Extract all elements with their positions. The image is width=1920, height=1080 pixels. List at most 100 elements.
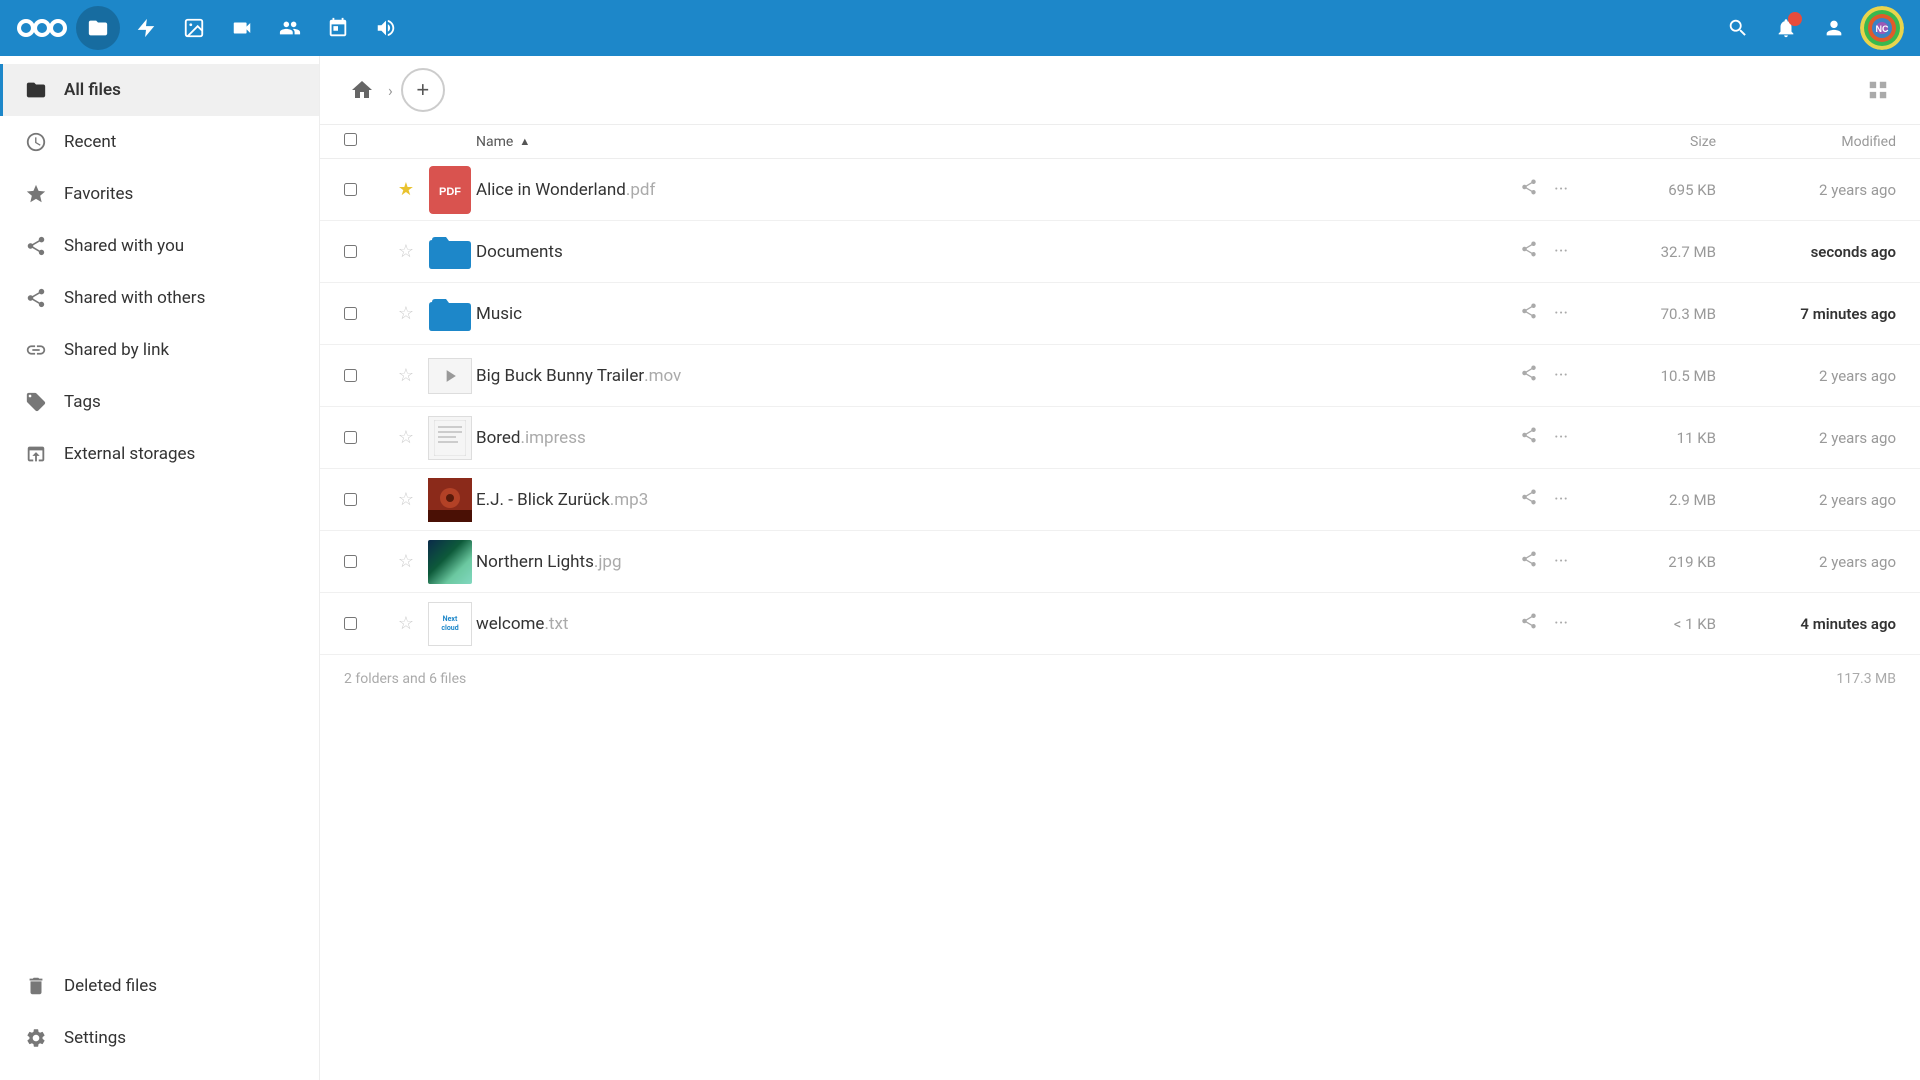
file-name-6: E.J. - Blick Zurück.mp3 bbox=[476, 490, 1516, 510]
sidebar-item-favorites[interactable]: Favorites bbox=[0, 168, 319, 220]
table-row[interactable]: ☆ Northern Lights.jpg ··· 219 KB 2 years… bbox=[320, 531, 1920, 593]
svg-text:PDF: PDF bbox=[439, 186, 461, 198]
northern-lights-thumb bbox=[428, 540, 472, 584]
star-8[interactable]: ☆ bbox=[388, 613, 424, 634]
row-checkbox-6[interactable] bbox=[344, 493, 388, 506]
share-action-1[interactable] bbox=[1516, 174, 1542, 205]
more-action-3[interactable]: ··· bbox=[1550, 299, 1572, 328]
sidebar-item-all-files[interactable]: All files bbox=[0, 64, 319, 116]
header-checkbox[interactable] bbox=[344, 133, 388, 150]
impress-file-icon bbox=[428, 416, 472, 460]
row-checkbox-3[interactable] bbox=[344, 307, 388, 320]
row-checkbox-2[interactable] bbox=[344, 245, 388, 258]
table-row[interactable]: ☆ Big Buck Bunny Trailer.mov ··· 10.5 MB bbox=[320, 345, 1920, 407]
sidebar: All files Recent Favorites Shared with y… bbox=[0, 56, 320, 1080]
file-name-2: Documents bbox=[476, 242, 1516, 262]
name-header-label: Name bbox=[476, 134, 513, 150]
add-new-button[interactable]: + bbox=[401, 68, 445, 112]
sidebar-item-settings[interactable]: Settings bbox=[0, 1012, 319, 1064]
row-checkbox-8[interactable] bbox=[344, 617, 388, 630]
header-modified[interactable]: Modified bbox=[1716, 134, 1896, 150]
star-7[interactable]: ☆ bbox=[388, 551, 424, 572]
more-action-2[interactable]: ··· bbox=[1550, 237, 1572, 266]
share-action-3[interactable] bbox=[1516, 298, 1542, 329]
table-footer: 2 folders and 6 files 117.3 MB bbox=[320, 655, 1920, 703]
share-action-7[interactable] bbox=[1516, 546, 1542, 577]
sidebar-label-all-files: All files bbox=[64, 80, 121, 100]
row-checkbox-5[interactable] bbox=[344, 431, 388, 444]
home-breadcrumb[interactable] bbox=[344, 72, 380, 108]
share-action-8[interactable] bbox=[1516, 608, 1542, 639]
share-icon-shared-with-you bbox=[24, 234, 48, 258]
sidebar-label-favorites: Favorites bbox=[64, 184, 133, 204]
sidebar-item-shared-with-you[interactable]: Shared with you bbox=[0, 220, 319, 272]
table-row[interactable]: ★ PDF Alice in Wonderland.pdf bbox=[320, 159, 1920, 221]
contacts-menu-icon[interactable] bbox=[1812, 6, 1856, 50]
share-action-4[interactable] bbox=[1516, 360, 1542, 391]
file-ext-5: .impress bbox=[521, 428, 586, 448]
star-2[interactable]: ☆ bbox=[388, 241, 424, 262]
sidebar-item-shared-with-others[interactable]: Shared with others bbox=[0, 272, 319, 324]
file-name-main-3: Music bbox=[476, 304, 522, 324]
file-name-main-5: Bored bbox=[476, 428, 521, 448]
share-action-6[interactable] bbox=[1516, 484, 1542, 515]
nextcloud-logo[interactable] bbox=[16, 12, 68, 44]
row-actions-5: ··· bbox=[1516, 422, 1596, 453]
share-action-2[interactable] bbox=[1516, 236, 1542, 267]
table-row[interactable]: ☆ Next cloud welcome.txt ··· < 1 KB bbox=[320, 593, 1920, 655]
sidebar-item-shared-by-link[interactable]: Shared by link bbox=[0, 324, 319, 376]
file-modified-2: seconds ago bbox=[1716, 243, 1896, 261]
sidebar-item-deleted-files[interactable]: Deleted files bbox=[0, 960, 319, 1012]
star-6[interactable]: ☆ bbox=[388, 489, 424, 510]
topnav-right-icons: NC bbox=[1716, 6, 1904, 50]
activity-nav-icon[interactable] bbox=[124, 6, 168, 50]
star-1[interactable]: ★ bbox=[388, 179, 424, 200]
user-avatar-icon[interactable]: NC bbox=[1860, 6, 1904, 50]
file-summary: 2 folders and 6 files bbox=[344, 671, 466, 687]
sidebar-item-recent[interactable]: Recent bbox=[0, 116, 319, 168]
table-row[interactable]: ☆ Documents ··· 32.7 bbox=[320, 221, 1920, 283]
select-all-checkbox[interactable] bbox=[344, 133, 357, 146]
file-size-6: 2.9 MB bbox=[1596, 491, 1716, 509]
more-action-6[interactable]: ··· bbox=[1550, 485, 1572, 514]
star-4[interactable]: ☆ bbox=[388, 365, 424, 386]
contacts-nav-icon[interactable] bbox=[268, 6, 312, 50]
table-row[interactable]: ☆ Music ··· 70.3 MB 7 minutes ago bbox=[320, 283, 1920, 345]
file-icon-7 bbox=[424, 540, 476, 584]
header-size[interactable]: Size bbox=[1596, 134, 1716, 150]
calendar-nav-icon[interactable] bbox=[316, 6, 360, 50]
files-nav-icon[interactable] bbox=[76, 6, 120, 50]
row-actions-8: ··· bbox=[1516, 608, 1596, 639]
talk-nav-icon[interactable] bbox=[220, 6, 264, 50]
sidebar-bottom: Deleted files Settings bbox=[0, 960, 319, 1080]
table-row[interactable]: ☆ E.J. - Blick Zurück.mp3 bbox=[320, 469, 1920, 531]
more-action-4[interactable]: ··· bbox=[1550, 361, 1572, 390]
more-action-1[interactable]: ··· bbox=[1550, 175, 1572, 204]
table-row[interactable]: ☆ Bored.impress bbox=[320, 407, 1920, 469]
more-action-7[interactable]: ··· bbox=[1550, 547, 1572, 576]
star-3[interactable]: ☆ bbox=[388, 303, 424, 324]
file-icon-6 bbox=[424, 478, 476, 522]
share-action-5[interactable] bbox=[1516, 422, 1542, 453]
file-size-1: 695 KB bbox=[1596, 181, 1716, 199]
sidebar-item-external-storages[interactable]: External storages bbox=[0, 428, 319, 480]
file-size-8: < 1 KB bbox=[1596, 615, 1716, 633]
header-name[interactable]: Name ▲ bbox=[476, 134, 1516, 150]
row-checkbox-7[interactable] bbox=[344, 555, 388, 568]
view-toggle-button[interactable] bbox=[1860, 72, 1896, 108]
file-size-3: 70.3 MB bbox=[1596, 305, 1716, 323]
file-icon-5 bbox=[424, 416, 476, 460]
file-name-main-1: Alice in Wonderland bbox=[476, 180, 626, 200]
row-checkbox-1[interactable] bbox=[344, 183, 388, 196]
more-action-8[interactable]: ··· bbox=[1550, 609, 1572, 638]
notifications-icon[interactable] bbox=[1764, 6, 1808, 50]
sidebar-label-shared-with-you: Shared with you bbox=[64, 236, 184, 256]
gallery-nav-icon[interactable] bbox=[172, 6, 216, 50]
row-checkbox-4[interactable] bbox=[344, 369, 388, 382]
search-icon[interactable] bbox=[1716, 6, 1760, 50]
sidebar-item-tags[interactable]: Tags bbox=[0, 376, 319, 428]
audioplayer-nav-icon[interactable] bbox=[364, 6, 408, 50]
file-ext-1: .pdf bbox=[626, 180, 656, 200]
star-5[interactable]: ☆ bbox=[388, 427, 424, 448]
more-action-5[interactable]: ··· bbox=[1550, 423, 1572, 452]
